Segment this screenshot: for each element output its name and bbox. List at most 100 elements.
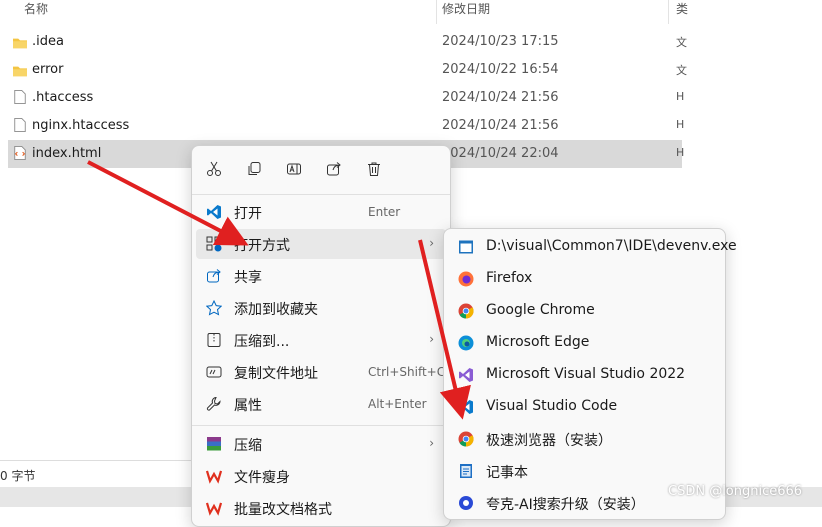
watermark: CSDN @longnice666 xyxy=(668,484,803,499)
menu-label: 压缩 xyxy=(234,438,262,454)
menu-item-open-with[interactable]: 打开方式 › xyxy=(196,229,446,259)
file-type: 文 xyxy=(676,64,687,77)
menu-divider xyxy=(192,425,450,426)
menu-label: 打开 xyxy=(234,206,262,222)
column-name[interactable]: 名称 xyxy=(24,0,48,22)
menu-item-compress-to[interactable]: 压缩到... › xyxy=(196,325,446,355)
menu-item-add-favorite[interactable]: 添加到收藏夹 xyxy=(196,293,446,323)
submenu-item-speed-browser[interactable]: 极速浏览器（安装） xyxy=(448,423,721,455)
menu-label: 共享 xyxy=(234,270,262,286)
menu-item-open[interactable]: 打开 Enter xyxy=(196,197,446,227)
file-type: 文 xyxy=(676,36,687,49)
file-date: 2024/10/24 22:04 xyxy=(442,146,559,161)
delete-icon xyxy=(368,162,380,176)
file-name: .htaccess xyxy=(32,90,94,105)
copy-icon xyxy=(248,162,261,175)
file-row[interactable]: error 2024/10/22 16:54 文 xyxy=(8,56,687,84)
menu-shortcut: Alt+Enter xyxy=(368,397,427,411)
menu-label: 属性 xyxy=(234,398,262,414)
menu-shortcut: Enter xyxy=(368,205,401,219)
copy-button[interactable] xyxy=(240,156,268,182)
html-file-icon xyxy=(14,146,26,160)
file-date: 2024/10/23 17:15 xyxy=(442,34,559,49)
exe-icon xyxy=(459,240,473,254)
column-date[interactable]: 修改日期 xyxy=(442,0,490,22)
menu-item-file-slim[interactable]: 文件瘦身 xyxy=(196,461,446,491)
column-type[interactable]: 类 xyxy=(676,0,688,22)
submenu-label: 极速浏览器（安装） xyxy=(486,433,612,449)
chrome-icon xyxy=(458,303,474,319)
file-row[interactable]: .htaccess 2024/10/24 21:56 H xyxy=(8,84,685,112)
chevron-right-icon: › xyxy=(429,436,434,450)
menu-item-batch-convert[interactable]: 批量改文档格式 xyxy=(196,493,446,523)
submenu-item-visual-studio[interactable]: Microsoft Visual Studio 2022 xyxy=(448,359,721,391)
submenu-label: 夸克-AI搜索升级（安装） xyxy=(486,497,645,513)
quark-icon xyxy=(459,496,473,510)
file-name: .idea xyxy=(32,34,64,49)
file-type: H xyxy=(676,146,685,159)
firefox-icon xyxy=(458,271,474,287)
wps-icon xyxy=(206,470,222,484)
file-row[interactable]: .idea 2024/10/23 17:15 文 xyxy=(8,28,687,56)
file-name: nginx.htaccess xyxy=(32,118,130,133)
submenu-label: D:\visual\Common7\IDE\devenv.exe xyxy=(486,238,737,254)
file-type: H xyxy=(676,118,685,131)
folder-icon xyxy=(13,38,27,49)
submenu-item-firefox[interactable]: Firefox xyxy=(448,263,721,295)
file-date: 2024/10/22 16:54 xyxy=(442,62,559,77)
file-date: 2024/10/24 21:56 xyxy=(442,90,559,105)
path-icon xyxy=(206,366,222,378)
visual-studio-icon xyxy=(459,368,473,382)
file-icon xyxy=(14,118,26,132)
submenu-label: Visual Studio Code xyxy=(486,398,618,414)
column-divider[interactable] xyxy=(668,0,669,24)
menu-item-copy-path[interactable]: 复制文件地址 Ctrl+Shift+C xyxy=(196,357,446,387)
column-divider[interactable] xyxy=(436,0,437,24)
open-with-icon xyxy=(206,236,222,252)
menu-item-share[interactable]: 共享 xyxy=(196,261,446,291)
wrench-icon xyxy=(206,396,221,411)
notepad-icon xyxy=(460,464,472,478)
menu-label: 压缩到... xyxy=(234,334,290,350)
submenu-item-notepad[interactable]: 记事本 xyxy=(448,455,721,487)
submenu-item-chrome[interactable]: Google Chrome xyxy=(448,295,721,327)
menu-item-compress[interactable]: 压缩 › xyxy=(196,429,446,459)
submenu-label: Microsoft Visual Studio 2022 xyxy=(486,366,686,382)
status-divider xyxy=(0,460,195,461)
file-date: 2024/10/24 21:56 xyxy=(442,118,559,133)
menu-divider xyxy=(192,194,450,195)
menu-label: 打开方式 xyxy=(234,238,290,254)
menu-label: 文件瘦身 xyxy=(234,470,290,486)
share-icon xyxy=(207,269,221,283)
menu-label: 添加到收藏夹 xyxy=(234,302,318,318)
column-header: 名称 修改日期 类 xyxy=(0,0,822,24)
submenu-item-vscode[interactable]: Visual Studio Code xyxy=(448,391,721,423)
rename-icon xyxy=(287,163,301,175)
submenu-item-edge[interactable]: Microsoft Edge xyxy=(448,327,721,359)
cut-button[interactable] xyxy=(200,156,228,182)
folder-icon xyxy=(13,66,27,77)
file-icon xyxy=(14,90,26,104)
menu-item-properties[interactable]: 属性 Alt+Enter xyxy=(196,389,446,419)
winrar-icon xyxy=(207,437,221,451)
delete-button[interactable] xyxy=(360,156,388,182)
menu-label: 批量改文档格式 xyxy=(234,502,332,518)
chevron-right-icon: › xyxy=(429,332,434,346)
file-row[interactable]: nginx.htaccess 2024/10/24 21:56 H xyxy=(8,112,685,140)
vscode-icon xyxy=(459,400,473,414)
vscode-icon xyxy=(207,205,221,219)
menu-shortcut: Ctrl+Shift+C xyxy=(368,365,446,379)
context-menu: 打开 Enter 打开方式 › 共享 添加到收藏夹 压缩到... › 复制文件地… xyxy=(191,145,451,527)
chrome-icon xyxy=(458,431,474,447)
chevron-right-icon: › xyxy=(429,236,434,250)
rename-button[interactable] xyxy=(280,156,308,182)
file-type: H xyxy=(676,90,685,103)
file-name: index.html xyxy=(32,146,102,161)
open-with-submenu: D:\visual\Common7\IDE\devenv.exe Firefox… xyxy=(443,228,737,520)
status-bar: 0 字节 xyxy=(0,460,200,488)
submenu-label: Microsoft Edge xyxy=(486,334,590,350)
submenu-item-devenv[interactable]: D:\visual\Common7\IDE\devenv.exe xyxy=(448,231,737,263)
star-icon xyxy=(206,300,222,316)
share-button[interactable] xyxy=(320,156,348,182)
share-icon xyxy=(327,162,341,176)
